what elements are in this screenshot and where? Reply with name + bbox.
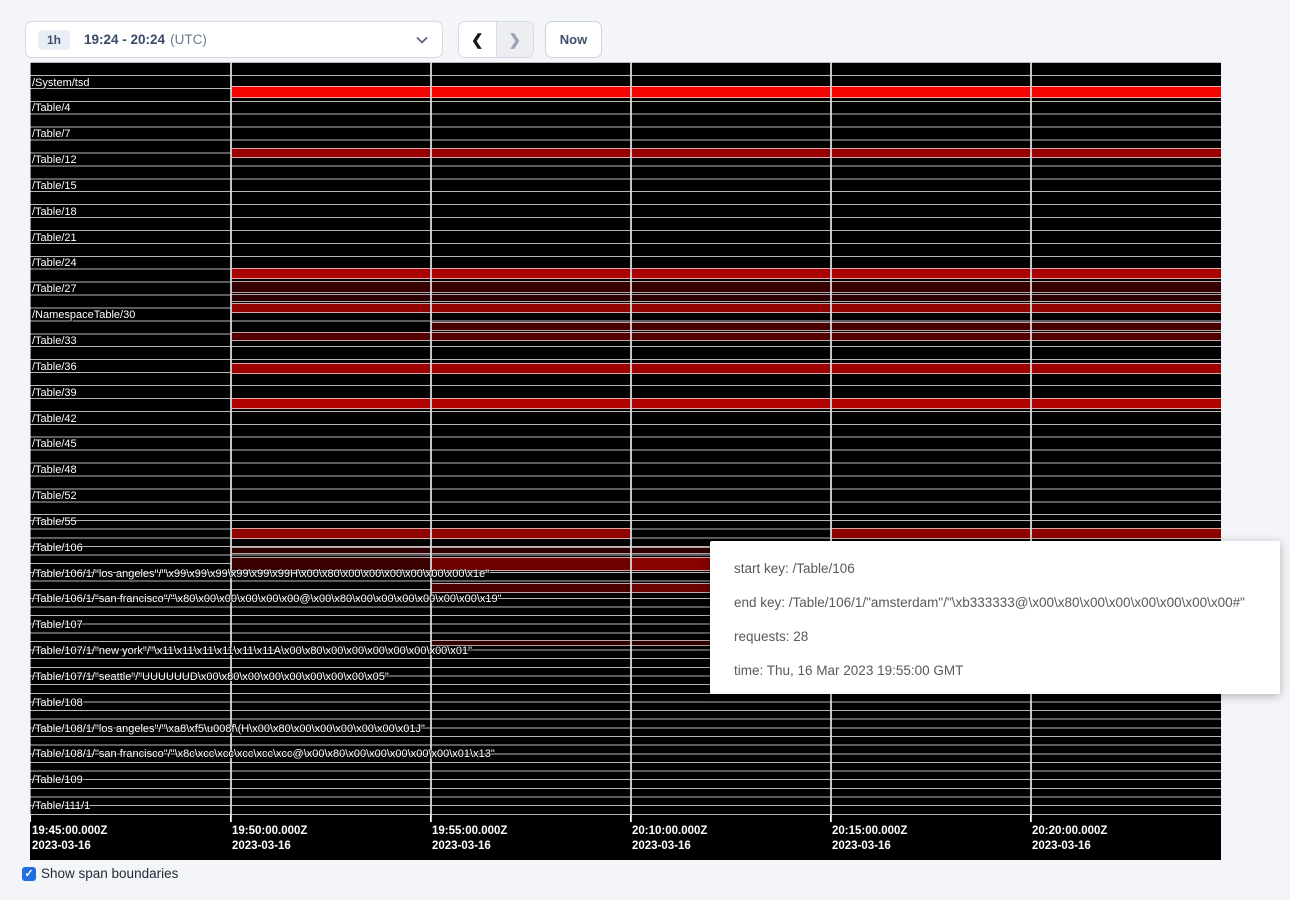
row-label: /Table/18 (32, 205, 77, 220)
row-label: /Table/106 (32, 541, 83, 556)
row-label: /Table/107/1/"new york"/"\x11\x11\x11\x1… (32, 644, 472, 659)
heat-band (232, 303, 1221, 313)
time-bucket-line (1030, 62, 1032, 822)
now-button-label: Now (560, 32, 587, 47)
axis-tick-date: 2023-03-16 (432, 839, 507, 854)
checkmark-icon: ✓ (24, 867, 33, 881)
axis-tick-time: 20:15:00.000Z (832, 824, 907, 839)
axis-tick-label: 20:10:00.000Z2023-03-16 (632, 824, 707, 854)
row-label: /Table/52 (32, 489, 77, 504)
row-label: /Table/7 (32, 127, 71, 142)
heat-band (232, 294, 1221, 302)
row-label: /Table/55 (32, 515, 77, 530)
axis-tick-date: 2023-03-16 (632, 839, 707, 854)
axis-tick-time: 19:55:00.000Z (432, 824, 507, 839)
axis-tick-label: 19:50:00.000Z2023-03-16 (232, 824, 307, 854)
row-label: /Table/106/1/"san francisco"/"\x80\x00\x… (32, 592, 502, 607)
time-bucket-line (230, 62, 232, 822)
row-label: /Table/39 (32, 386, 77, 401)
tooltip-line: requests: 28 (734, 620, 1256, 654)
time-bucket-line (830, 62, 832, 822)
row-label: /Table/33 (32, 334, 77, 349)
row-label: /Table/21 (32, 231, 77, 246)
heat-band (232, 281, 1221, 293)
axis-tick-time: 20:10:00.000Z (632, 824, 707, 839)
prev-interval-button[interactable]: ❮ (459, 22, 496, 57)
axis-tick (830, 815, 831, 822)
time-range-badge: 1h (38, 30, 70, 50)
time-nav-group: ❮ ❯ (458, 21, 534, 58)
axis-tick-time: 19:50:00.000Z (232, 824, 307, 839)
row-label: /Table/108 (32, 696, 83, 711)
axis-tick-date: 2023-03-16 (832, 839, 907, 854)
chevron-right-icon: ❯ (508, 31, 521, 49)
now-button[interactable]: Now (545, 21, 602, 58)
axis-tick (30, 815, 31, 822)
axis-tick (630, 815, 631, 822)
row-label: /Table/15 (32, 179, 77, 194)
row-label: /Table/42 (32, 412, 77, 427)
row-label: /Table/36 (32, 360, 77, 375)
key-visualizer-heatmap[interactable]: /System/tsd/Table/4/Table/7/Table/12/Tab… (30, 62, 1221, 860)
row-label: /Table/27 (32, 282, 77, 297)
heat-band (232, 268, 1221, 279)
axis-tick (430, 815, 431, 822)
row-label: /Table/109 (32, 773, 83, 788)
time-bucket-line (630, 62, 632, 822)
row-label: /Table/24 (32, 256, 77, 271)
row-label: /Table/48 (32, 463, 77, 478)
heat-band (430, 322, 1221, 331)
axis-tick (230, 815, 231, 822)
key-visualizer-page: 1h 19:24 - 20:24 (UTC) ❮ ❯ Now /System/t… (0, 0, 1290, 900)
row-label: /Table/12 (32, 153, 77, 168)
next-interval-button[interactable]: ❯ (496, 22, 534, 57)
axis-tick-label: 20:15:00.000Z2023-03-16 (832, 824, 907, 854)
heatmap-left-edge (30, 62, 31, 822)
show-span-boundaries-label: Show span boundaries (41, 866, 178, 881)
heat-band (830, 528, 1221, 539)
axis-tick-time: 19:45:00.000Z (32, 824, 107, 839)
chevron-down-icon (416, 36, 428, 44)
row-label: /Table/107/1/"seattle"/"UUUUUUD\x00\x80\… (32, 670, 389, 685)
tooltip-line: time: Thu, 16 Mar 2023 19:55:00 GMT (734, 654, 1256, 688)
row-label: /Table/108/1/"san francisco"/"\x8c\xcc\x… (32, 747, 495, 762)
axis-tick-time: 20:20:00.000Z (1032, 824, 1107, 839)
row-label: /Table/111/1 (32, 799, 90, 814)
row-label: /Table/107 (32, 618, 83, 633)
time-range-text: 19:24 - 20:24 (84, 32, 165, 47)
span-tooltip: start key: /Table/106end key: /Table/106… (710, 541, 1280, 694)
axis-tick-label: 19:55:00.000Z2023-03-16 (432, 824, 507, 854)
heat-band (232, 363, 1221, 374)
row-label: /NamespaceTable/30 (32, 308, 135, 323)
footer-controls: ✓ Show span boundaries (22, 866, 178, 881)
row-label: /Table/45 (32, 437, 77, 452)
row-label: /Table/108/1/"los angeles"/"\xa8\xf5\u00… (32, 722, 425, 737)
heat-band (232, 332, 1221, 341)
axis-tick-date: 2023-03-16 (232, 839, 307, 854)
show-span-boundaries-checkbox[interactable]: ✓ (22, 867, 36, 881)
row-label: /System/tsd (32, 76, 89, 91)
row-label: /Table/4 (32, 101, 71, 116)
axis-tick-label: 19:45:00.000Z2023-03-16 (32, 824, 107, 854)
row-label: /Table/106/1/"los angeles"/"\x99\x99\x99… (32, 567, 489, 582)
time-range-selector[interactable]: 1h 19:24 - 20:24 (UTC) (25, 21, 443, 58)
axis-tick-date: 2023-03-16 (1032, 839, 1107, 854)
heat-band (232, 398, 1221, 409)
time-range-timezone: (UTC) (170, 32, 207, 47)
time-bucket-line (430, 62, 432, 822)
chevron-left-icon: ❮ (471, 31, 484, 49)
heat-band (232, 86, 1221, 98)
axis-tick-label: 20:20:00.000Z2023-03-16 (1032, 824, 1107, 854)
axis-tick-date: 2023-03-16 (32, 839, 107, 854)
axis-tick (1030, 815, 1031, 822)
heat-band (232, 148, 1221, 158)
tooltip-line: end key: /Table/106/1/"amsterdam"/"\xb33… (734, 586, 1256, 620)
tooltip-line: start key: /Table/106 (734, 552, 1256, 586)
